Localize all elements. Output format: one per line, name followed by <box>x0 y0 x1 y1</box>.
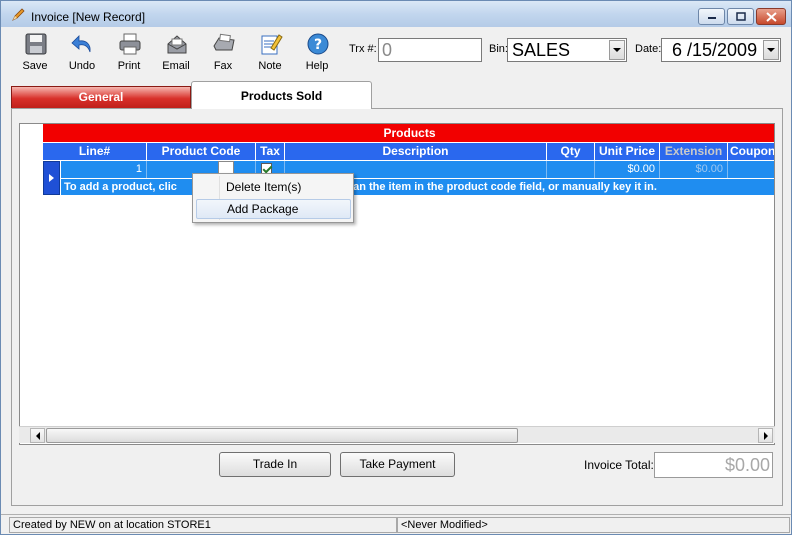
hint-text-left: To add a product, clic <box>64 181 177 193</box>
bin-dropdown-button[interactable] <box>609 40 625 60</box>
status-created: Created by NEW on at location STORE1 <box>9 517 397 533</box>
tab-products-sold[interactable]: Products Sold <box>191 81 372 109</box>
help-button[interactable]: ? Help <box>295 31 339 75</box>
fax-label: Fax <box>213 60 233 72</box>
arrow-left-icon <box>35 431 40 440</box>
row-pointer-icon <box>49 174 54 182</box>
tab-general[interactable]: General <box>11 86 191 108</box>
date-dropdown-button[interactable] <box>763 40 779 60</box>
hint-text-right: scan the item in the product code field,… <box>340 181 657 193</box>
date-value: 6 /15/2009 <box>672 40 758 60</box>
scroll-thumb[interactable] <box>46 428 518 443</box>
col-coupon[interactable]: Coupon <box>728 143 774 160</box>
take-payment-button[interactable]: Take Payment <box>340 452 455 477</box>
col-qty[interactable]: Qty <box>547 143 595 160</box>
col-description[interactable]: Description <box>285 143 547 160</box>
svg-text:?: ? <box>314 37 322 53</box>
email-button[interactable]: Email <box>154 31 198 75</box>
title-bar[interactable]: Invoice [New Record] <box>1 1 791 27</box>
undo-arrow-icon <box>71 35 91 53</box>
grid-band-title: Products <box>43 124 774 142</box>
undo-label: Undo <box>68 60 96 72</box>
bin-value: SALES <box>512 40 571 60</box>
printer-icon <box>119 33 141 55</box>
print-button[interactable]: Print <box>107 31 151 75</box>
col-line-number[interactable]: Line# <box>43 143 147 160</box>
arrow-right-icon <box>763 431 768 440</box>
horizontal-scrollbar[interactable] <box>19 426 775 443</box>
cell-line[interactable]: 1 <box>61 161 147 178</box>
chevron-down-icon <box>613 48 621 52</box>
minimize-icon <box>707 16 716 19</box>
help-icon: ? <box>307 33 329 55</box>
close-icon <box>765 11 777 22</box>
col-unit-price[interactable]: Unit Price <box>595 143 660 160</box>
trx-input[interactable]: 0 <box>378 38 482 62</box>
invoice-total-label: Invoice Total: <box>584 458 654 472</box>
table-row[interactable]: 1 $0.00 $0.00 <box>61 161 774 178</box>
products-grid[interactable]: Products Line# Product Code Tax Descript… <box>19 123 775 445</box>
trx-label: Trx #: <box>349 43 377 55</box>
menu-item-add-package[interactable]: Add Package <box>196 199 351 219</box>
window-title: Invoice [New Record] <box>31 10 146 24</box>
date-picker[interactable]: 6 /15/2009 <box>661 38 781 62</box>
maximize-icon <box>735 12 746 21</box>
cell-coupon[interactable] <box>728 161 774 178</box>
bin-label: Bin: <box>489 43 508 55</box>
menu-item-delete-items[interactable]: Delete Item(s) <box>196 177 351 197</box>
help-label: Help <box>305 60 329 72</box>
save-label: Save <box>22 60 48 72</box>
note-pencil-icon <box>261 34 283 55</box>
print-label: Print <box>117 60 141 72</box>
row-selector[interactable] <box>43 161 60 195</box>
fax-icon <box>213 33 235 51</box>
col-extension[interactable]: Extension <box>660 143 728 160</box>
maximize-button[interactable] <box>727 8 754 25</box>
trade-in-button[interactable]: Trade In <box>219 452 331 477</box>
email-label: Email <box>162 60 190 72</box>
undo-button[interactable]: Undo <box>60 31 104 75</box>
grid-header: Line# Product Code Tax Description Qty U… <box>43 143 774 160</box>
chevron-down-icon <box>767 48 775 52</box>
close-button[interactable] <box>756 8 786 25</box>
cell-unit-price[interactable]: $0.00 <box>595 161 660 178</box>
add-product-hint: To add a product, clic scan the item in t… <box>61 179 774 195</box>
bin-select[interactable]: SALES <box>507 38 627 62</box>
note-label: Note <box>258 60 282 72</box>
floppy-disk-icon <box>25 33 47 55</box>
invoice-window: Invoice [New Record] Save Undo Print Ema… <box>0 0 792 535</box>
status-bar: Created by NEW on at location STORE1 <Ne… <box>1 514 791 534</box>
email-icon <box>167 35 187 54</box>
col-product-code[interactable]: Product Code <box>147 143 256 160</box>
pen-icon <box>12 8 25 21</box>
context-menu: Delete Item(s) Add Package <box>192 173 354 223</box>
save-button[interactable]: Save <box>13 31 57 75</box>
note-button[interactable]: Note <box>248 31 292 75</box>
fax-button[interactable]: Fax <box>201 31 245 75</box>
cell-qty[interactable] <box>547 161 595 178</box>
scroll-right-button[interactable] <box>758 428 773 443</box>
date-label: Date: <box>635 43 662 55</box>
status-modified: <Never Modified> <box>397 517 790 533</box>
minimize-button[interactable] <box>698 8 725 25</box>
cell-extension[interactable]: $0.00 <box>660 161 728 178</box>
scroll-left-button[interactable] <box>30 428 45 443</box>
invoice-total-field: $0.00 <box>654 452 773 478</box>
col-tax[interactable]: Tax <box>256 143 285 160</box>
